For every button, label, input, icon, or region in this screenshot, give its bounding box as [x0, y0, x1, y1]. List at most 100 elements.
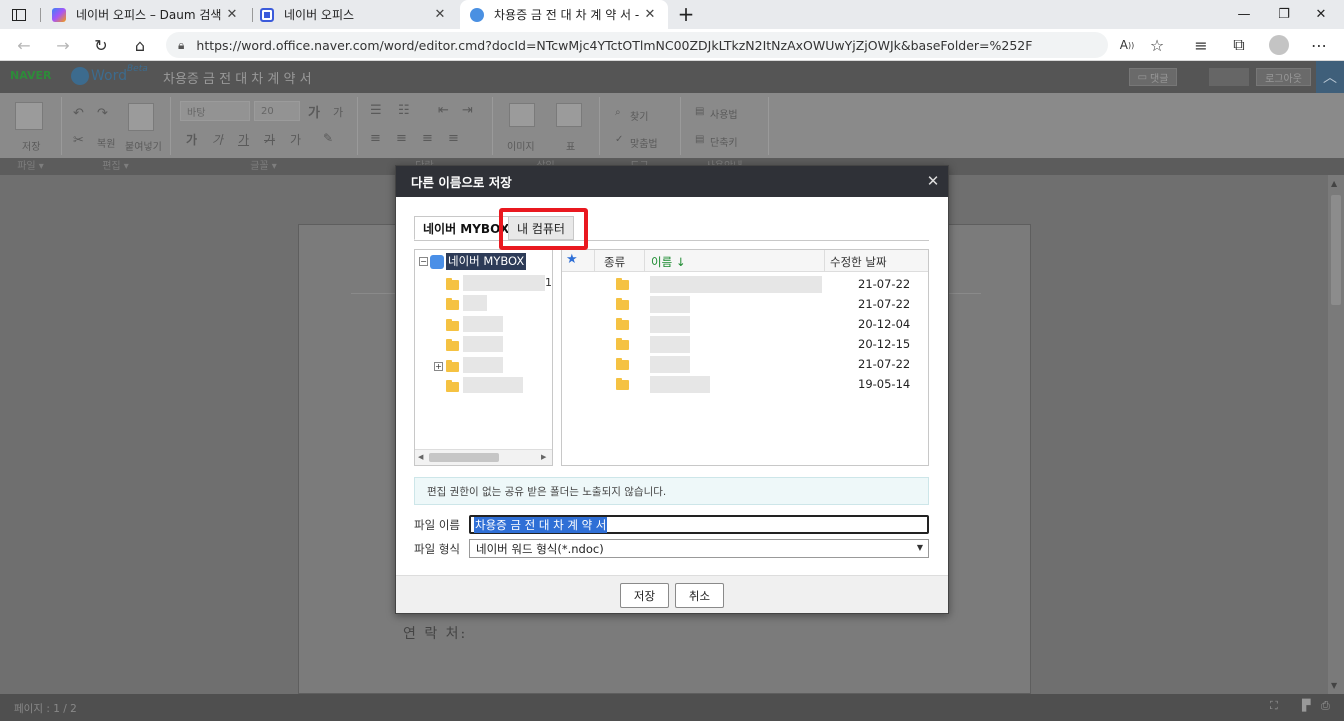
list-row[interactable]: 21-07-22	[562, 274, 928, 294]
naver-logo[interactable]: NAVER	[10, 69, 51, 82]
logout-button[interactable]: 로그아웃	[1256, 68, 1311, 86]
indent-icon[interactable]: ⇥	[462, 103, 473, 118]
scroll-right-icon[interactable]: ▶	[541, 453, 546, 461]
save-button[interactable]: 저장	[620, 583, 669, 608]
align-left-icon[interactable]: ≡	[370, 131, 381, 146]
more-icon[interactable]: ⋯	[1304, 29, 1334, 61]
file-name-input[interactable]: 차용증 금 전 대 차 계 약 서	[469, 515, 929, 534]
undo-icon[interactable]: ↶	[73, 106, 84, 121]
tree-item-redacted[interactable]	[463, 295, 487, 311]
paste-icon[interactable]	[128, 103, 154, 131]
italic-button[interactable]: 가	[212, 131, 223, 148]
tab-naver-office[interactable]: 네이버 오피스 ✕	[250, 0, 458, 29]
list-row[interactable]: 19-05-14	[562, 374, 928, 394]
close-tab-icon[interactable]: ✕	[224, 7, 240, 22]
font-color-button[interactable]: 가	[290, 131, 301, 148]
file-list[interactable]: ★ 종류 이름 ↓ 수정한 날짜 21-07-22 21-07-22 20-12…	[561, 249, 929, 466]
folder-tree[interactable]: − 네이버 MYBOX 1 + ◀ ▶	[414, 249, 553, 466]
home-icon[interactable]: ⌂	[125, 29, 155, 61]
fullscreen-icon[interactable]: ⛶	[1270, 699, 1278, 713]
forward-icon[interactable]: →	[48, 29, 78, 61]
bullet-list-icon[interactable]: ☰	[370, 103, 382, 118]
tree-root-label[interactable]: 네이버 MYBOX	[446, 253, 527, 270]
howto-icon[interactable]: ▤	[695, 106, 704, 117]
justify-icon[interactable]: ≡	[448, 131, 459, 146]
cut-icon[interactable]: ✂	[73, 133, 84, 148]
find-button[interactable]: 찾기	[630, 108, 648, 123]
save-icon[interactable]	[15, 102, 43, 130]
star-icon[interactable]: ★	[566, 252, 578, 267]
align-center-icon[interactable]: ≡	[396, 131, 407, 146]
tree-item-redacted[interactable]	[463, 275, 545, 291]
cancel-button[interactable]: 취소	[675, 583, 724, 608]
spell-check-button[interactable]: 맞춤법	[630, 135, 658, 150]
shortcut-icon[interactable]: ▤	[695, 134, 704, 145]
vertical-scrollbar[interactable]: ▲ ▼	[1328, 175, 1344, 694]
sidebar-toggle-icon[interactable]	[8, 6, 30, 24]
column-name[interactable]: 이름 ↓	[651, 254, 685, 270]
group-file[interactable]: 파일 ▾	[0, 158, 61, 175]
list-row[interactable]: 21-07-22	[562, 294, 928, 314]
spell-icon[interactable]: ✓	[615, 134, 623, 145]
list-row[interactable]: 20-12-04	[562, 314, 928, 334]
new-tab-button[interactable]: +	[674, 2, 698, 26]
back-icon[interactable]: ←	[9, 29, 39, 61]
list-row[interactable]: 21-07-22	[562, 354, 928, 374]
chevron-down-icon[interactable]: ▼	[917, 543, 923, 552]
tab-word-editor[interactable]: 차용증 금 전 대 차 계 약 서 - 네이 ✕	[460, 0, 668, 29]
font-size-select[interactable]: 20	[254, 101, 300, 121]
close-tab-icon[interactable]: ✕	[432, 7, 448, 22]
tree-item-redacted[interactable]	[463, 336, 503, 352]
group-edit[interactable]: 편집 ▾	[61, 158, 170, 175]
profile-icon[interactable]	[1269, 35, 1289, 55]
refresh-icon[interactable]: ↻	[86, 29, 116, 61]
group-font[interactable]: 글꼴 ▾	[170, 158, 357, 175]
expand-icon[interactable]: +	[434, 362, 443, 371]
underline-button[interactable]: 가	[238, 131, 249, 148]
close-icon[interactable]: ✕	[924, 172, 942, 190]
find-icon[interactable]: ⌕	[615, 107, 621, 118]
numbered-list-icon[interactable]: ☷	[398, 103, 410, 118]
read-aloud-icon[interactable]: A))	[1112, 29, 1142, 61]
layout-icon[interactable]: ▛	[1302, 699, 1310, 712]
scroll-left-icon[interactable]: ◀	[418, 453, 423, 461]
collapse-toolbar-icon[interactable]: ︿	[1316, 61, 1344, 93]
lock-icon[interactable]: 🔒︎	[178, 38, 184, 53]
collections-icon[interactable]: ⧉	[1224, 29, 1254, 61]
column-kind[interactable]: 종류	[604, 254, 625, 270]
scroll-up-icon[interactable]: ▲	[1331, 179, 1337, 188]
tab-daum-search[interactable]: 네이버 오피스 – Daum 검색 ✕	[42, 0, 250, 29]
shrink-font-button[interactable]: 가	[333, 104, 343, 120]
scroll-down-icon[interactable]: ▼	[1331, 681, 1337, 690]
favorite-add-icon[interactable]: ☆	[1142, 29, 1172, 61]
tree-item-redacted[interactable]	[463, 377, 523, 393]
howto-button[interactable]: 사용법	[710, 106, 738, 121]
close-tab-icon[interactable]: ✕	[642, 7, 658, 22]
tree-item-redacted[interactable]	[463, 357, 503, 373]
favorites-icon[interactable]: ≡	[1186, 29, 1216, 61]
redo-icon[interactable]: ↷	[97, 106, 108, 121]
align-right-icon[interactable]: ≡	[422, 131, 433, 146]
close-window-icon[interactable]: ✕	[1298, 0, 1344, 29]
column-modified[interactable]: 수정한 날짜	[830, 254, 887, 270]
highlight-icon[interactable]: ✎	[323, 131, 333, 145]
tree-item-redacted[interactable]	[463, 316, 503, 332]
collapse-icon[interactable]: −	[419, 257, 428, 266]
strike-button[interactable]: 가	[264, 131, 275, 148]
scroll-thumb[interactable]	[1331, 195, 1341, 305]
table-icon[interactable]	[556, 103, 582, 127]
url-field[interactable]: 🔒︎ https://word.office.naver.com/word/ed…	[166, 32, 1108, 58]
list-row[interactable]: 20-12-15	[562, 334, 928, 354]
scroll-thumb[interactable]	[429, 453, 499, 462]
horizontal-scrollbar[interactable]: ◀ ▶	[415, 449, 552, 465]
bold-button[interactable]: 가	[186, 131, 197, 148]
outdent-icon[interactable]: ⇤	[438, 103, 449, 118]
file-type-select[interactable]: 네이버 워드 형식(*.ndoc) ▼	[469, 539, 929, 558]
print-icon[interactable]: ⎙	[1321, 699, 1330, 713]
font-name-select[interactable]: 바탕	[180, 101, 250, 121]
comment-button[interactable]: ▭ 댓글	[1129, 68, 1177, 86]
shortcut-button[interactable]: 단축키	[710, 134, 738, 149]
grow-font-button[interactable]: 가	[308, 102, 320, 121]
document-title[interactable]: 차용증 금 전 대 차 계 약 서	[163, 68, 312, 87]
image-icon[interactable]	[509, 103, 535, 127]
